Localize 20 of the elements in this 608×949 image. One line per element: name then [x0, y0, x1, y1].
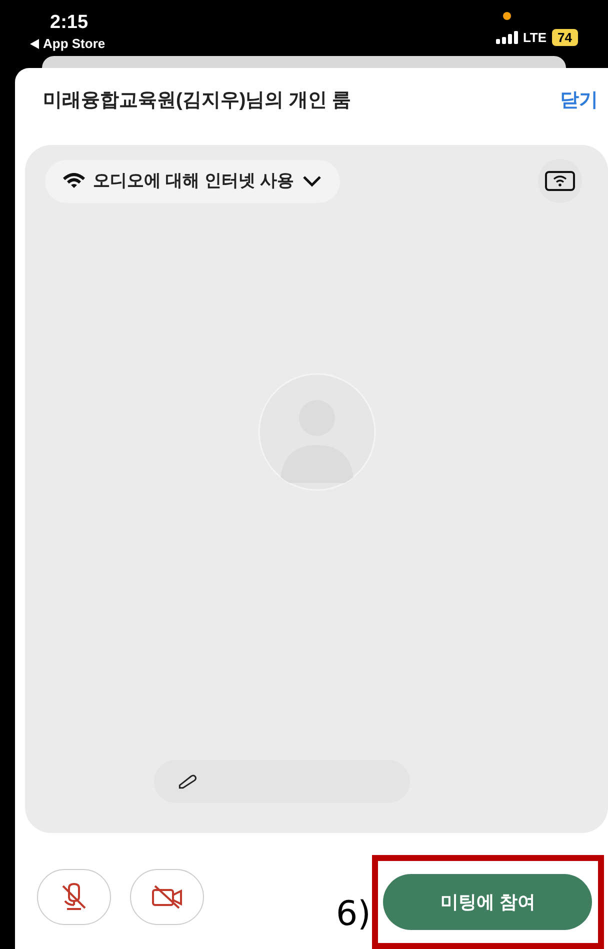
room-title: 미래융합교육원(김지우)님의 개인 룸 — [43, 89, 352, 114]
annotation-label: 6) — [336, 894, 371, 934]
avatar-placeholder-icon — [258, 372, 376, 491]
close-button[interactable]: 닫기 — [560, 87, 598, 116]
wifi-icon — [63, 173, 85, 190]
muted-mic-icon — [60, 883, 88, 911]
pencil-icon — [178, 772, 198, 790]
chevron-down-icon — [302, 175, 322, 188]
network-label: LTE — [522, 29, 547, 47]
screen-wifi-icon — [545, 171, 575, 192]
audio-option-dropdown[interactable]: 오디오에 대해 인터넷 사용 — [45, 160, 340, 203]
back-link[interactable]: App Store — [43, 34, 106, 54]
status-time: 2:15 — [49, 12, 90, 34]
cast-button[interactable] — [538, 159, 582, 204]
name-field[interactable] — [154, 760, 410, 803]
battery-level: 74 — [552, 29, 578, 46]
join-meeting-button[interactable]: 미팅에 참여 — [383, 874, 592, 930]
camera-off-icon — [151, 885, 183, 909]
signal-icon — [496, 31, 518, 44]
back-icon[interactable] — [30, 38, 39, 49]
